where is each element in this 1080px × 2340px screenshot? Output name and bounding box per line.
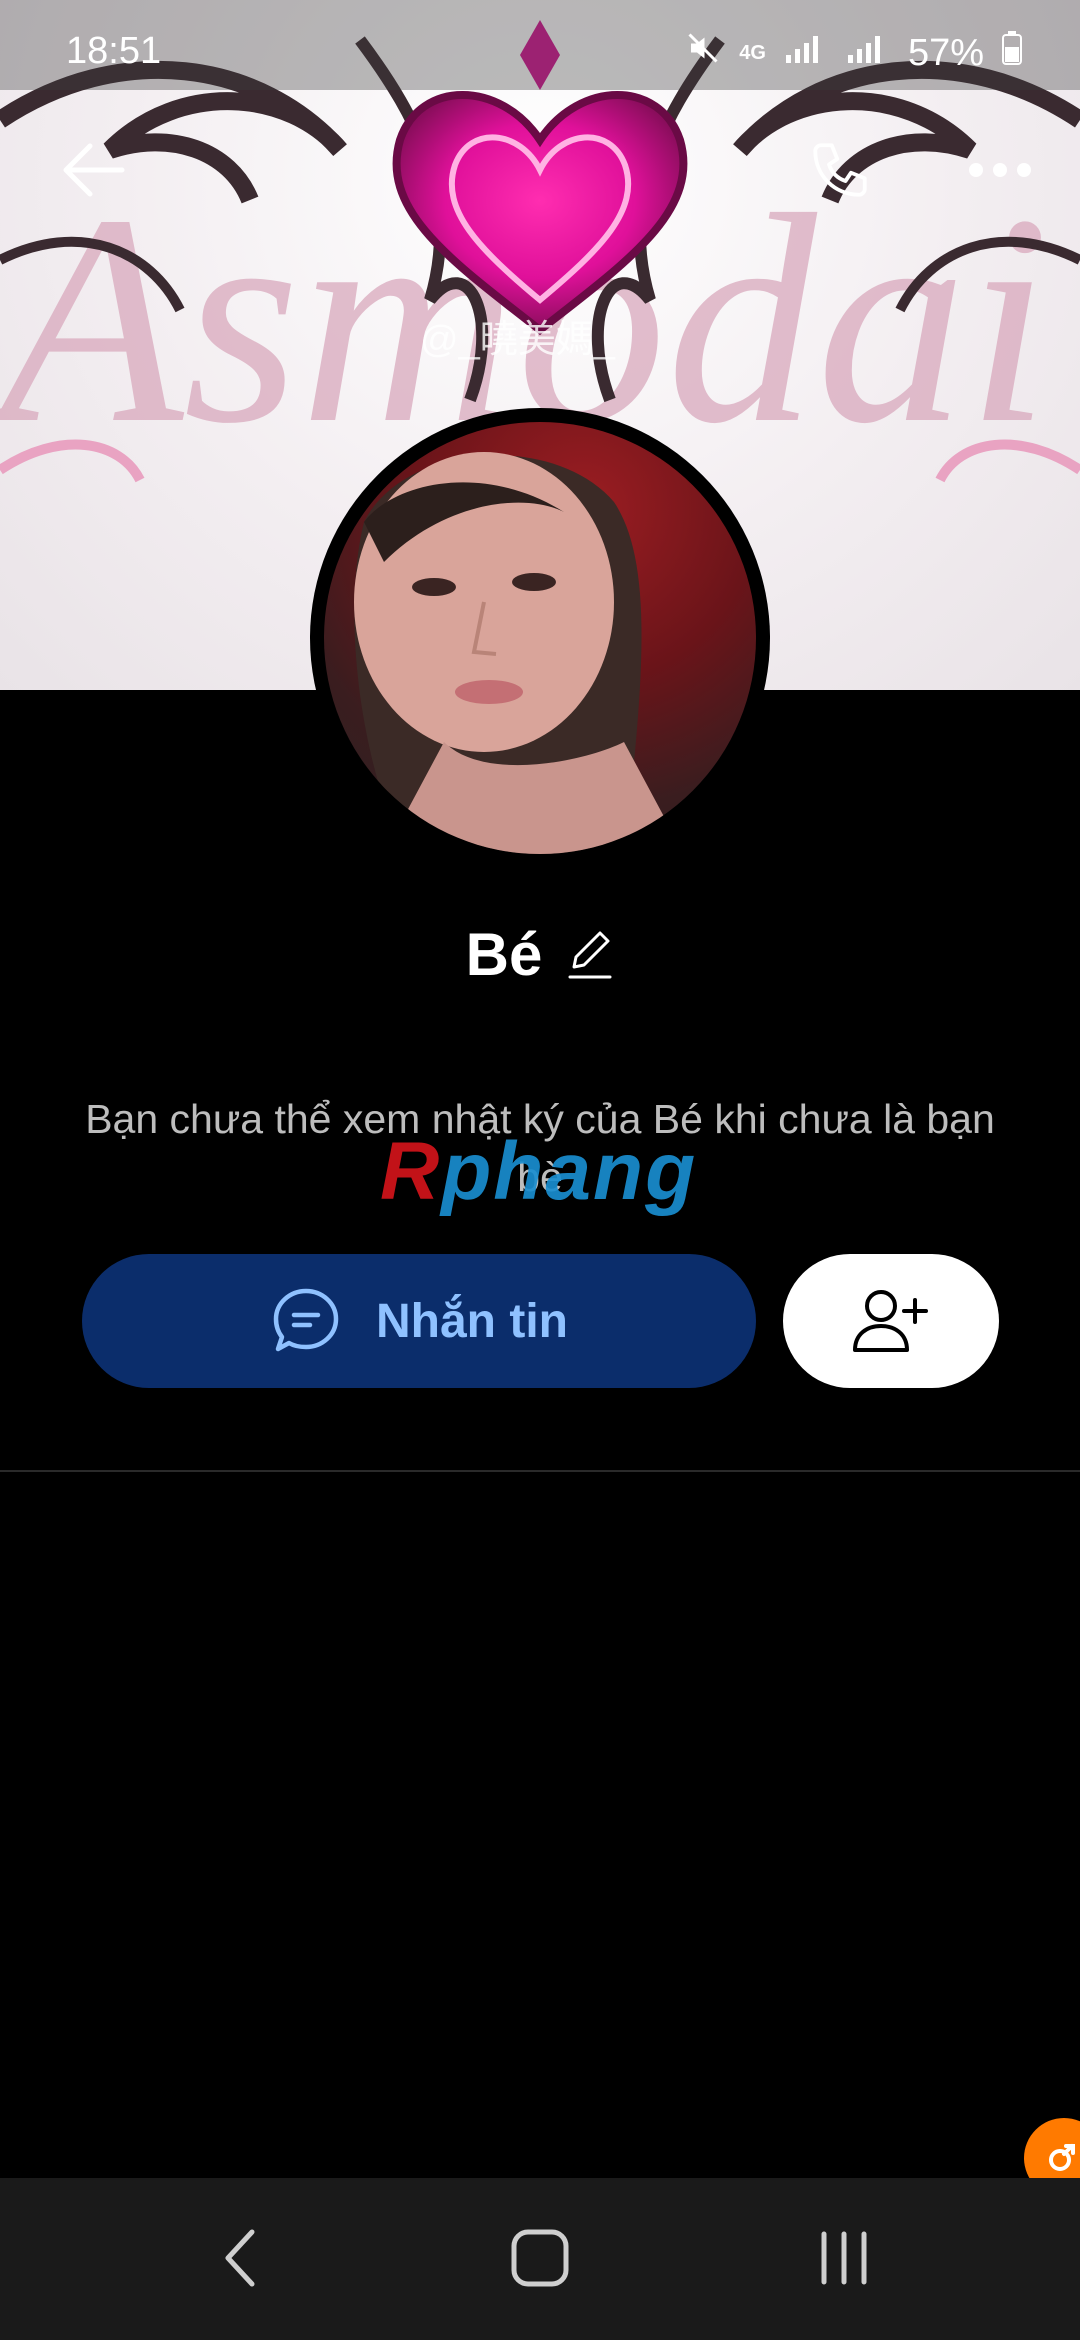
- site-watermark: Rphang: [380, 1125, 697, 1219]
- nav-recents-icon: [821, 2231, 867, 2285]
- phone-icon: [813, 143, 867, 197]
- divider: [0, 1470, 1080, 1472]
- cover-watermark: @_曉美媽_: [420, 319, 615, 361]
- more-horizontal-icon: [969, 163, 1031, 177]
- profile-name-row: Bé: [0, 920, 1080, 989]
- nav-back-button[interactable]: [180, 2218, 300, 2298]
- message-button-label: Nhắn tin: [376, 1294, 568, 1348]
- profile-name: Bé: [465, 921, 543, 988]
- chat-bubble-icon: [273, 1288, 339, 1352]
- pencil-icon: [568, 931, 612, 978]
- status-time: 18:51: [66, 30, 162, 72]
- nav-recents-button[interactable]: [784, 2218, 904, 2298]
- battery-percent: 57%: [907, 31, 984, 74]
- link-icon: [1049, 2144, 1075, 2171]
- nav-back-icon: [225, 2229, 255, 2287]
- nav-home-icon: [511, 2229, 569, 2287]
- message-button[interactable]: Nhắn tin: [82, 1254, 756, 1388]
- network-type: 4G: [739, 41, 766, 64]
- system-nav-bar: [0, 2178, 1080, 2340]
- edit-name-button[interactable]: [566, 927, 614, 983]
- arrow-left-icon: [63, 143, 125, 197]
- battery-icon: [1002, 31, 1022, 75]
- avatar-photo: [324, 422, 756, 854]
- add-friend-button[interactable]: [783, 1254, 999, 1388]
- watermark-rest: phang: [441, 1126, 698, 1217]
- watermark-first-letter: R: [380, 1126, 442, 1217]
- nav-home-button[interactable]: [480, 2218, 600, 2298]
- signal-icon-2: [846, 32, 890, 75]
- status-icons: 4G 57%: [685, 30, 1022, 76]
- back-button[interactable]: [54, 130, 134, 210]
- call-button[interactable]: [800, 130, 880, 210]
- more-button[interactable]: [960, 130, 1040, 210]
- mute-icon: [685, 30, 721, 76]
- avatar[interactable]: [310, 408, 770, 868]
- signal-icon: [784, 32, 828, 75]
- status-bar: 18:51 4G 57%: [0, 0, 1080, 90]
- add-user-icon: [853, 1290, 928, 1352]
